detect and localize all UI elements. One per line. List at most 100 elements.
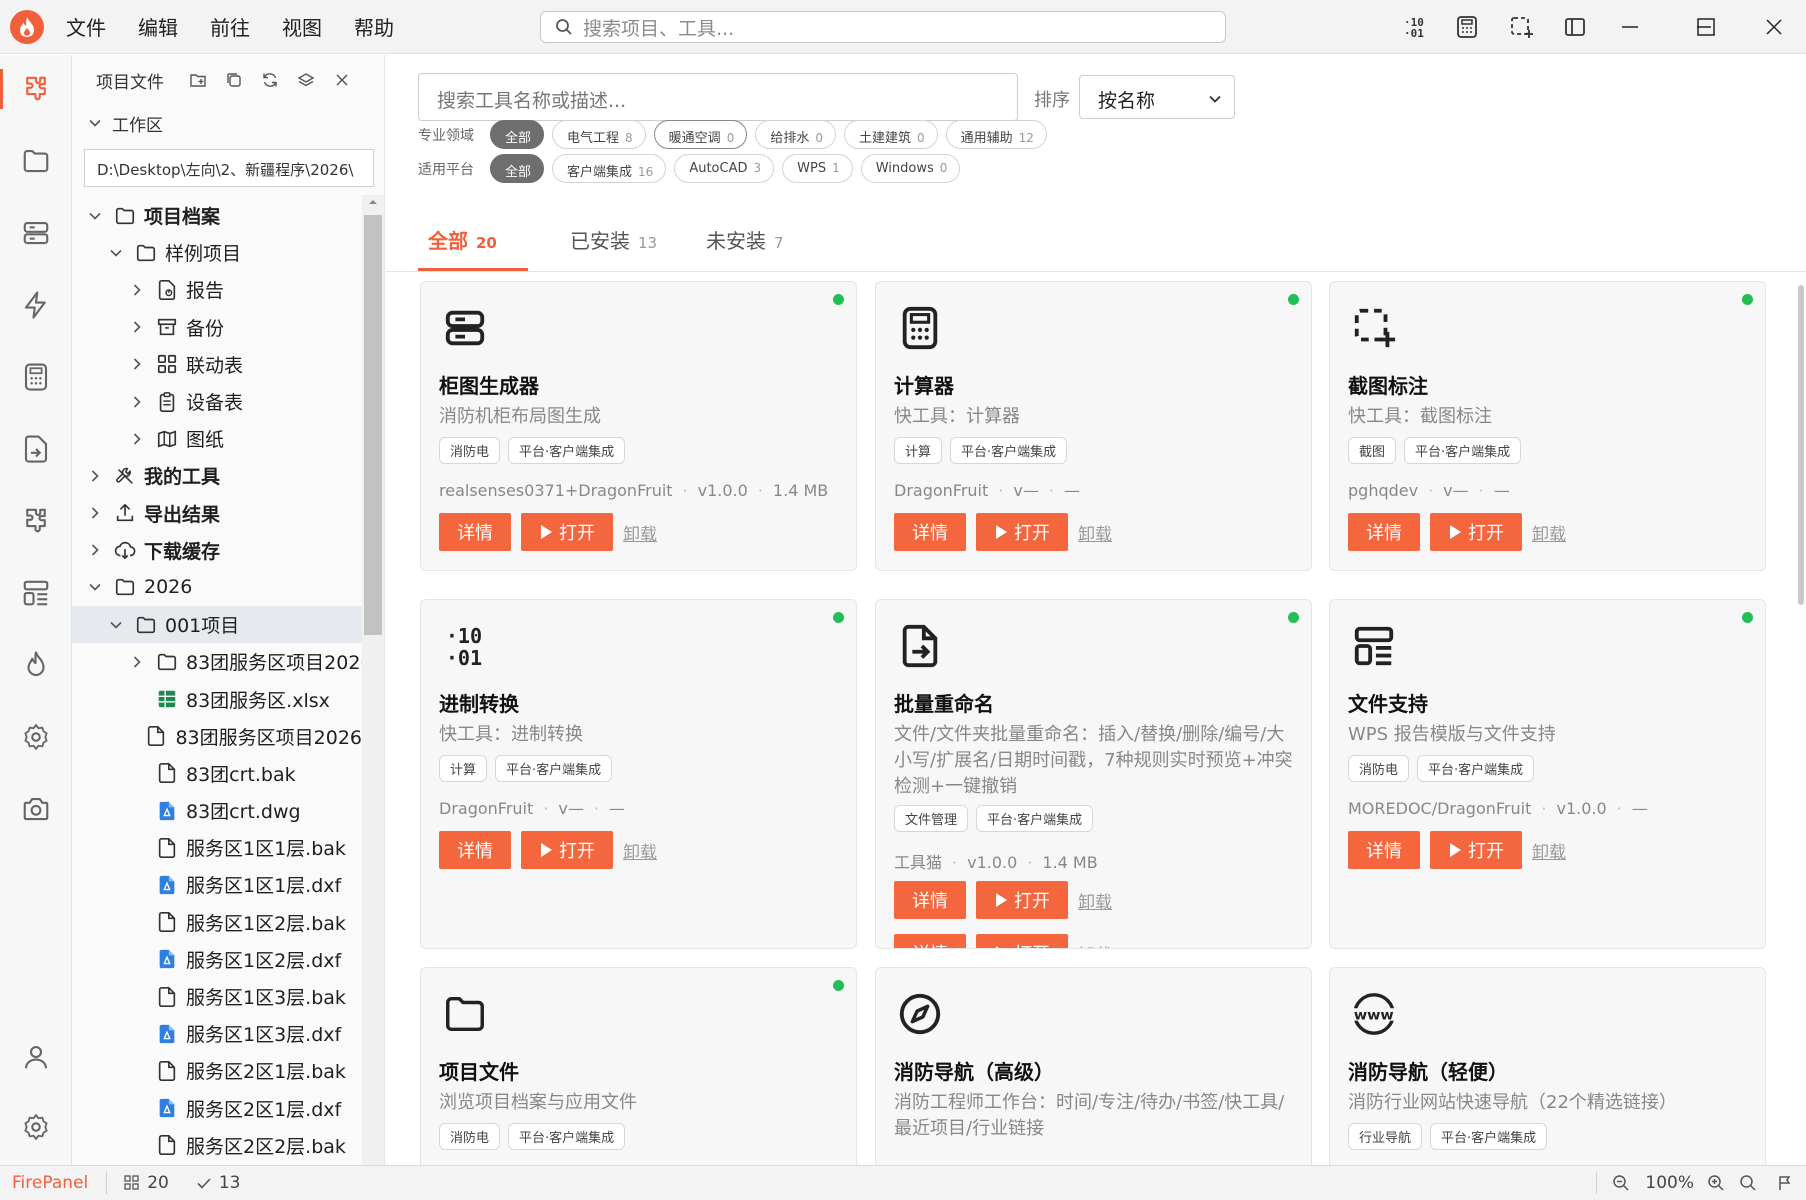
zoom-in-icon[interactable] (1706, 1173, 1726, 1193)
settings-bottom-icon[interactable] (14, 1105, 58, 1149)
close-icon[interactable] (330, 68, 354, 92)
chevron-right-icon[interactable] (88, 469, 102, 483)
maximize-button[interactable] (1688, 10, 1724, 44)
minimize-button[interactable] (1612, 10, 1648, 44)
tree-node[interactable]: 服务区2区1层.dxf (72, 1090, 362, 1127)
uninstall-link[interactable]: 卸载 (1078, 520, 1112, 545)
tree-node[interactable]: 联动表 (72, 346, 362, 383)
feedback-icon[interactable] (1776, 1174, 1794, 1192)
open-button[interactable]: 打开 (976, 513, 1068, 551)
tree-node[interactable]: 83团服务区项目2026 (72, 718, 362, 755)
chevron-right-icon[interactable] (130, 395, 144, 409)
card-tag[interactable]: 平台·客户端集成 (508, 437, 626, 464)
tree-node[interactable]: 样例项目 (72, 234, 362, 271)
uninstall-link[interactable]: 卸载 (623, 520, 657, 545)
tree-node[interactable]: 83团crt.bak (72, 755, 362, 792)
menu-item[interactable]: 帮助 (354, 12, 394, 41)
domain-filter-pill[interactable]: 给排水 0 (755, 120, 836, 149)
card-tag[interactable]: 计算 (439, 755, 488, 782)
card-tag[interactable]: 消防电 (1348, 755, 1410, 782)
tab-0[interactable]: 全部 20 (428, 225, 497, 254)
tab-2[interactable]: 未安装 7 (706, 225, 784, 254)
tree-node[interactable]: 服务区2区1层.bak (72, 1052, 362, 1089)
platform-filter-pill[interactable]: 全部 (490, 154, 545, 183)
tool-card[interactable]: ·10·01 进制转换 快工具：进制转换 计算 平台·客户端集成 DragonFruit ·… (420, 599, 857, 949)
domain-filter-pill[interactable]: 全部 (490, 120, 545, 149)
open-button[interactable]: 打开 (976, 934, 1068, 948)
details-button[interactable]: 详情 (894, 513, 966, 551)
calculator-icon[interactable] (1452, 12, 1482, 42)
copy-icon[interactable] (222, 68, 246, 92)
uninstall-link[interactable]: 卸载 (1078, 888, 1112, 913)
platform-filter-pill[interactable]: 客户端集成 16 (552, 154, 667, 183)
card-tag[interactable]: 平台·客户端集成 (1417, 755, 1535, 782)
tool-card[interactable]: 截图标注 快工具：截图标注 截图 平台·客户端集成 pghqdev · v— · — 详情 打开 卸载 (1329, 281, 1766, 571)
puzzle-icon[interactable] (14, 499, 58, 543)
chevron-down-icon[interactable] (88, 580, 102, 594)
uninstall-link[interactable]: 卸载 (1532, 520, 1566, 545)
tree-scrollbar-thumb[interactable] (364, 215, 382, 635)
uninstall-link[interactable]: 卸载 (1532, 838, 1566, 863)
lightning-icon[interactable] (14, 283, 58, 327)
open-button[interactable]: 打开 (1430, 513, 1522, 551)
tree-node[interactable]: 备份 (72, 309, 362, 346)
card-tag[interactable]: 消防电 (439, 437, 501, 464)
layers-icon[interactable] (294, 68, 318, 92)
server-icon[interactable] (14, 211, 58, 255)
tree-node[interactable]: 2026 (72, 569, 362, 606)
card-tag[interactable]: 截图 (1348, 437, 1397, 464)
card-tag[interactable]: 计算 (894, 437, 943, 464)
domain-filter-pill[interactable]: 电气工程 8 (552, 120, 646, 149)
domain-filter-pill[interactable]: 暖通空调 0 (653, 120, 748, 149)
tree-node[interactable]: 83团服务区.xlsx (72, 680, 362, 717)
card-tag[interactable]: 平台·客户端集成 (1404, 437, 1522, 464)
open-button[interactable]: 打开 (521, 831, 613, 869)
tree-node[interactable]: 服务区1区2层.dxf (72, 941, 362, 978)
tool-card[interactable]: 批量重命名 文件/文件夹批量重命名：插入/替换/删除/编号/大小写/扩展名/日期时… (875, 599, 1312, 949)
platform-filter-pill[interactable]: WPS 1 (782, 154, 853, 183)
tree-node[interactable]: 服务区1区1层.bak (72, 829, 362, 866)
binary-icon[interactable]: ·10·01 (1398, 12, 1428, 42)
tree-node[interactable]: 83团服务区项目2026 (72, 643, 373, 680)
new-folder-icon[interactable] (186, 68, 210, 92)
global-search-input[interactable]: 搜索项目、工具... (540, 11, 1226, 43)
file-export-icon[interactable] (14, 427, 58, 471)
tool-card[interactable]: 计算器 快工具：计算器 计算 平台·客户端集成 DragonFruit · v— · — 详情 打开… (875, 281, 1312, 571)
tool-card[interactable]: www 消防导航（轻便） 消防行业网站快速导航（22个精选链接） 行业导航 平台·客户端… (1329, 967, 1766, 1165)
menu-item[interactable]: 文件 (66, 12, 106, 41)
chevron-right-icon[interactable] (130, 283, 144, 297)
chevron-down-icon[interactable] (109, 246, 123, 260)
card-tag[interactable]: 平台·客户端集成 (976, 805, 1094, 832)
calculator-icon[interactable] (14, 355, 58, 399)
menu-item[interactable]: 视图 (282, 12, 322, 41)
folder-icon[interactable] (14, 139, 58, 183)
layout-icon[interactable] (14, 571, 58, 615)
refresh-icon[interactable] (258, 68, 282, 92)
chevron-right-icon[interactable] (130, 432, 144, 446)
chevron-right-icon[interactable] (130, 655, 144, 669)
main-scrollbar-thumb[interactable] (1798, 285, 1804, 605)
tree-node[interactable]: 导出结果 (72, 495, 362, 532)
tab-1[interactable]: 已安装 13 (570, 225, 657, 254)
open-button[interactable]: 打开 (976, 881, 1068, 919)
open-button[interactable]: 打开 (1430, 831, 1522, 869)
sidebar-toggle-icon[interactable] (1560, 12, 1590, 42)
tool-card[interactable]: 文件支持 WPS 报告模版与文件支持 消防电 平台·客户端集成 MOREDOC/Drag… (1329, 599, 1766, 949)
card-tag[interactable]: 平台·客户端集成 (1430, 1123, 1548, 1150)
domain-filter-pill[interactable]: 土建建筑 0 (843, 120, 938, 149)
uninstall-link[interactable]: 卸载 (1078, 941, 1112, 949)
tree-node[interactable]: 我的工具 (72, 457, 362, 494)
uninstall-link[interactable]: 卸载 (623, 838, 657, 863)
tree-node[interactable]: 设备表 (72, 383, 362, 420)
card-tag[interactable]: 平台·客户端集成 (495, 755, 613, 782)
zoom-reset-icon[interactable] (1738, 1173, 1758, 1193)
workspace-section-header[interactable]: 工作区 (72, 105, 384, 141)
tree-node[interactable]: 服务区1区3层.bak (72, 978, 362, 1015)
details-button[interactable]: 详情 (439, 513, 511, 551)
tree-node[interactable]: 服务区1区2层.bak (72, 904, 362, 941)
tree-node[interactable]: 图纸 (72, 420, 362, 457)
domain-filter-pill[interactable]: 通用辅助 12 (945, 120, 1047, 149)
menu-item[interactable]: 前往 (210, 12, 250, 41)
open-button[interactable]: 打开 (521, 513, 613, 551)
scroll-up-icon[interactable] (362, 195, 384, 209)
